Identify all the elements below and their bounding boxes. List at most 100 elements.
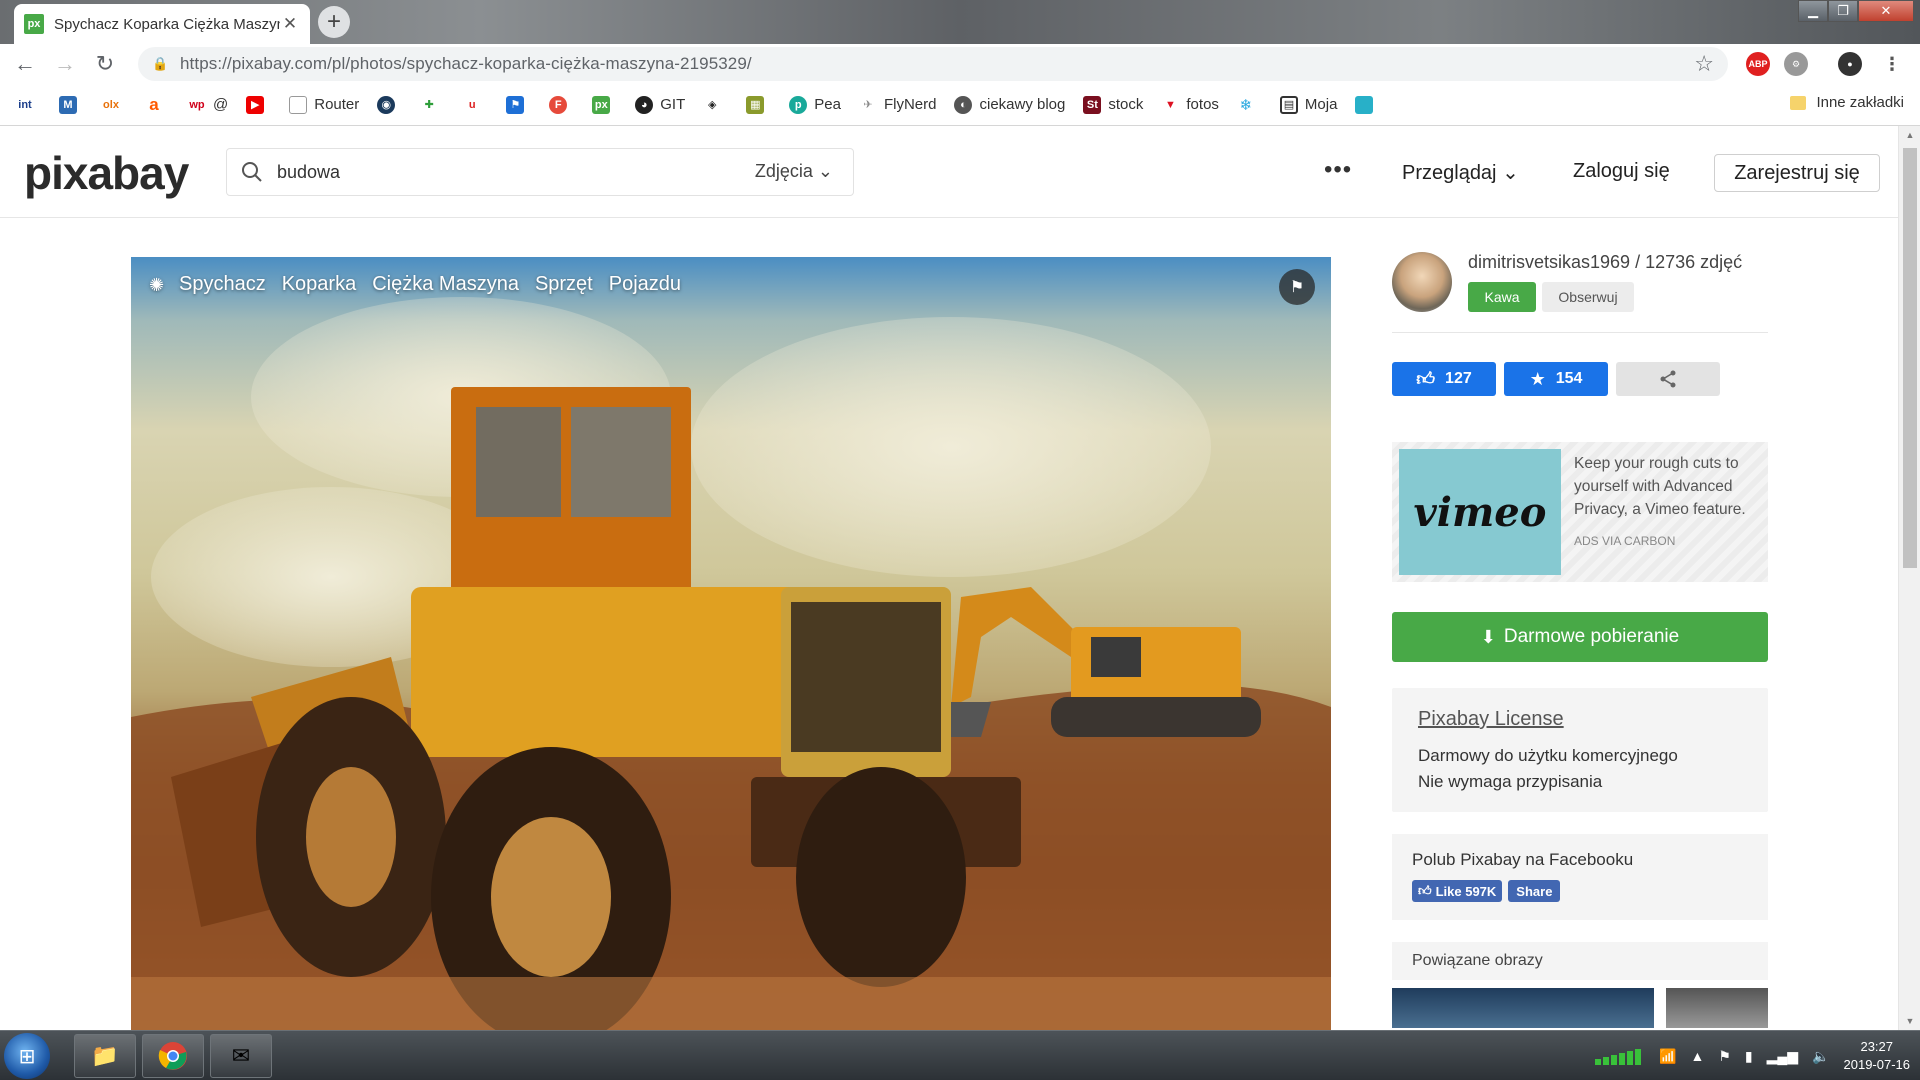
pixabay-logo[interactable]: pixabay (24, 146, 189, 200)
chrome-taskbar-button[interactable] (142, 1034, 204, 1078)
bookmark-item[interactable]: u (463, 96, 488, 114)
adblock-icon[interactable]: ABP (1746, 52, 1770, 76)
main-photo[interactable]: ✺ Spychacz Koparka Ciężka Maszyna Sprzęt… (131, 257, 1331, 1030)
bookmark-item[interactable]: ❄ (1237, 96, 1262, 114)
tag-link[interactable]: Ciężka Maszyna (372, 273, 519, 296)
new-tab-button[interactable]: + (318, 6, 350, 38)
bookmark-item[interactable]: olx (102, 96, 127, 114)
page-icon (289, 95, 308, 114)
tag-link[interactable]: Sprzęt (535, 273, 593, 296)
bookmark-item[interactable]: ▦ (746, 95, 771, 114)
bookmark-item[interactable]: ▼ fotos (1161, 96, 1219, 114)
browse-menu[interactable]: Przeglądaj ⌄ (1402, 160, 1519, 185)
vimeo-ad-image[interactable]: vimeo (1399, 449, 1561, 575)
chevron-down-icon: ⌄ (1502, 162, 1519, 184)
profile-avatar-icon[interactable]: ● (1838, 52, 1862, 76)
antenna-icon[interactable]: 📶 (1659, 1048, 1676, 1065)
like-button[interactable]: 👍︎ 127 (1392, 362, 1496, 396)
ad-text[interactable]: Keep your rough cuts to yourself with Ad… (1574, 452, 1760, 521)
favorite-count: 154 (1555, 370, 1583, 387)
bookmark-item[interactable]: ◉ (377, 95, 402, 114)
omnibox[interactable]: 🔒 https://pixabay.com/pl/photos/spychacz… (138, 47, 1728, 81)
coffee-button[interactable]: Kawa (1468, 282, 1536, 312)
license-line: Nie wymaga przypisania (1418, 772, 1603, 791)
page-scrollbar[interactable]: ▲ ▼ (1898, 126, 1920, 1030)
signal-strength-icon[interactable] (1595, 1047, 1645, 1065)
related-image-thumb[interactable] (1666, 988, 1768, 1028)
browser-tab[interactable]: px Spychacz Koparka Ciężka Maszyna ✕ (14, 4, 310, 44)
bookmark-item[interactable]: M (59, 95, 84, 114)
close-window-button[interactable]: ✕ (1858, 0, 1914, 22)
url-text[interactable]: https://pixabay.com/pl/photos/spychacz-k… (180, 54, 752, 74)
carbon-ad[interactable]: vimeo Keep your rough cuts to yourself w… (1392, 442, 1768, 582)
download-button[interactable]: ⬇ Darmowe pobieranie (1392, 612, 1768, 662)
start-button[interactable]: ⊞ (4, 1033, 50, 1079)
pixabay-favicon-icon: px (24, 14, 44, 34)
thumbs-up-icon: 👍︎ (1416, 369, 1436, 389)
bookmark-item[interactable]: int (16, 96, 41, 114)
network-icon[interactable]: ▂▄▆ (1767, 1048, 1798, 1065)
app-icon: ✚ (424, 99, 434, 111)
tag-link[interactable]: Koparka (282, 273, 357, 296)
search-input[interactable] (277, 161, 717, 183)
bookmark-item[interactable]: ◕ GIT (635, 95, 685, 114)
menu-icon[interactable]: ⋮ (1880, 52, 1904, 76)
author-info[interactable]: dimitrisvetsikas1969 / 12736 zdjęć (1468, 252, 1742, 273)
bookmark-item[interactable]: St stock (1083, 95, 1143, 114)
battery-icon[interactable]: ▮ (1745, 1048, 1753, 1065)
tag-link[interactable]: Spychacz (179, 273, 266, 296)
show-hidden-icons-icon[interactable]: ▲ (1690, 1048, 1704, 1064)
bookmark-star-icon[interactable]: ☆ (1694, 51, 1714, 77)
bookmark-item[interactable]: wp @ (188, 96, 228, 114)
bookmark-item[interactable]: Router (289, 95, 359, 114)
other-bookmarks[interactable]: Inne zakładki (1790, 94, 1904, 111)
media-type-dropdown[interactable]: Zdjęcia ⌄ (755, 161, 833, 182)
bookmark-item[interactable]: ✚ (420, 96, 445, 114)
bookmark-item[interactable]: ▤ Moja (1279, 95, 1337, 114)
action-center-flag-icon[interactable]: ⚑ (1718, 1048, 1731, 1065)
tag-link[interactable]: Pojazdu (609, 273, 681, 296)
avatar[interactable] (1392, 252, 1452, 312)
bookmark-item[interactable]: ◈ (703, 96, 728, 114)
related-image-thumb[interactable] (1392, 988, 1654, 1028)
bookmark-item[interactable] (1355, 95, 1380, 114)
mail-taskbar-button[interactable]: ✉ (210, 1034, 272, 1078)
bookmark-item[interactable]: ⚑ (506, 95, 531, 114)
scroll-down-icon[interactable]: ▼ (1899, 1012, 1920, 1030)
bookmark-item[interactable]: p Pea (789, 95, 841, 114)
signup-button[interactable]: Zarejestruj się (1714, 154, 1880, 192)
more-menu-button[interactable]: ••• (1324, 156, 1352, 184)
maximize-button[interactable]: ❐ (1828, 0, 1858, 22)
share-button[interactable] (1616, 362, 1720, 396)
bookmark-item[interactable]: ✈ FlyNerd (859, 96, 936, 114)
forward-button[interactable]: → (50, 49, 80, 79)
clock[interactable]: 23:27 2019-07-16 (1844, 1038, 1911, 1074)
codepen-icon: ◈ (708, 99, 717, 111)
reload-button[interactable]: ↻ (90, 49, 120, 79)
facebook-like-button[interactable]: 👍︎ Like 597K (1412, 880, 1503, 902)
favorite-button[interactable]: ★ 154 (1504, 362, 1608, 396)
ad-via-label[interactable]: ADS VIA CARBON (1574, 534, 1675, 548)
license-link[interactable]: Pixabay License (1418, 708, 1742, 731)
tile-icon (1355, 95, 1374, 114)
close-tab-icon[interactable]: ✕ (280, 14, 300, 34)
search-icon[interactable] (227, 161, 277, 183)
bookmark-item[interactable]: ◐ ciekawy blog (954, 95, 1065, 114)
volume-icon[interactable]: 🔈 (1812, 1048, 1829, 1065)
extension-gear-icon[interactable]: ⚙ (1784, 52, 1808, 76)
scroll-up-icon[interactable]: ▲ (1899, 126, 1920, 144)
f-icon: F (549, 95, 568, 114)
scrollbar-thumb[interactable] (1903, 148, 1917, 568)
report-flag-button[interactable]: ⚑ (1279, 269, 1315, 305)
bookmark-item[interactable]: a (145, 95, 170, 114)
bookmark-item[interactable]: F (549, 95, 574, 114)
bookmark-item[interactable]: ▶ (246, 95, 271, 114)
bookmark-item[interactable]: px (592, 95, 617, 114)
license-box: Pixabay License Darmowy do użytku komerc… (1392, 688, 1768, 812)
back-button[interactable]: ← (10, 49, 40, 79)
login-link[interactable]: Zaloguj się (1573, 160, 1670, 183)
follow-button[interactable]: Obserwuj (1542, 282, 1634, 312)
facebook-share-button[interactable]: Share (1508, 880, 1561, 902)
explorer-taskbar-button[interactable]: 📁 (74, 1034, 136, 1078)
minimize-button[interactable]: ▁ (1798, 0, 1828, 22)
